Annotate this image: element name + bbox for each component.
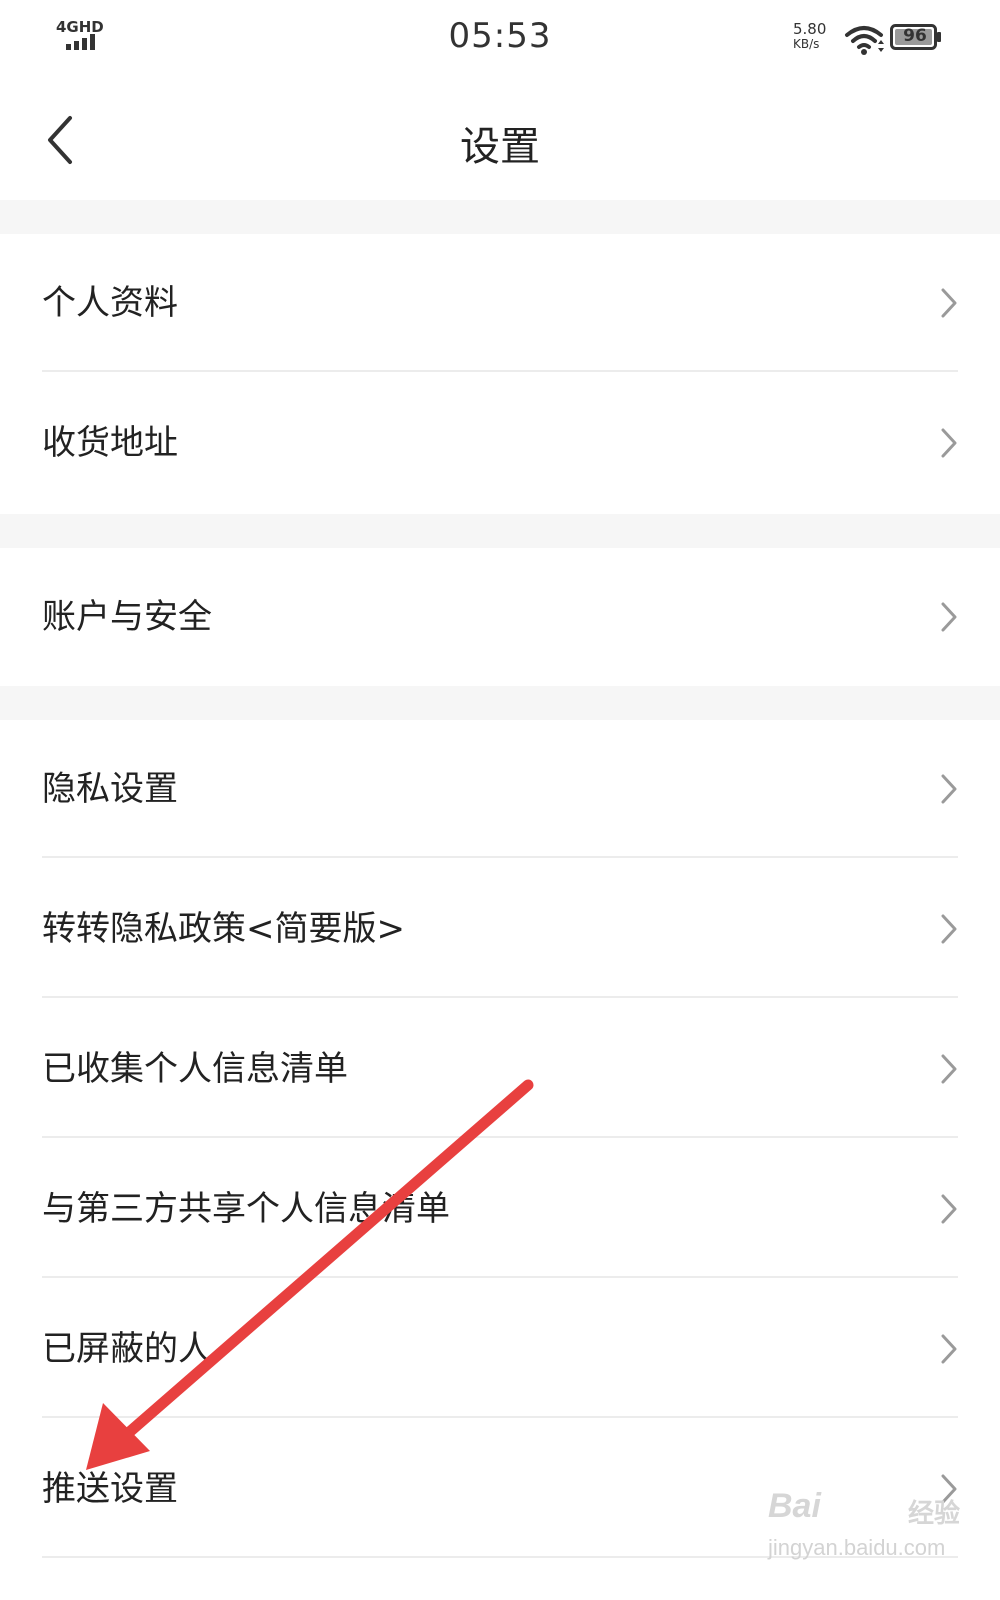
chevron-right-icon xyxy=(941,1054,957,1084)
group-gap xyxy=(0,200,1000,234)
divider xyxy=(42,1276,958,1278)
divider xyxy=(42,856,958,858)
settings-item-label: 隐私设置 xyxy=(42,769,178,809)
divider xyxy=(42,1136,958,1138)
chevron-right-icon xyxy=(941,602,957,632)
chevron-right-icon xyxy=(941,428,957,458)
network-speed-value: 5.80 xyxy=(793,20,827,38)
chevron-right-icon xyxy=(941,914,957,944)
settings-item-collected-info[interactable]: 已收集个人信息清单 xyxy=(0,1000,1000,1138)
settings-item-label: 转转隐私政策<简要版> xyxy=(42,909,405,949)
settings-item-label: 账户与安全 xyxy=(42,597,212,637)
battery-level: 96 xyxy=(903,26,927,46)
settings-item-label: 已屏蔽的人 xyxy=(42,1329,212,1369)
settings-item-third-party-sharing[interactable]: 与第三方共享个人信息清单 xyxy=(0,1140,1000,1278)
watermark-url: jingyan.baidu.com xyxy=(768,1535,946,1560)
chevron-right-icon xyxy=(941,774,957,804)
divider xyxy=(42,1416,958,1418)
page-title: 设置 xyxy=(460,124,540,170)
watermark-brand: Bai xyxy=(768,1487,821,1525)
settings-item-privacy[interactable]: 隐私设置 xyxy=(0,720,1000,858)
settings-item-label: 收货地址 xyxy=(42,423,178,463)
chevron-right-icon xyxy=(941,288,957,318)
settings-item-blocked-users[interactable]: 已屏蔽的人 xyxy=(0,1280,1000,1418)
chevron-right-icon xyxy=(941,1334,957,1364)
settings-item-account-security[interactable]: 账户与安全 xyxy=(0,548,1000,686)
group-gap xyxy=(0,514,1000,548)
watermark: Bai 经验 jingyan.baidu.com xyxy=(768,1487,978,1582)
settings-item-label: 个人资料 xyxy=(42,283,178,323)
settings-item-privacy-policy[interactable]: 转转隐私政策<简要版> xyxy=(0,860,1000,998)
divider xyxy=(42,996,958,998)
watermark-brand-suffix: 经验 xyxy=(908,1498,961,1528)
status-bar: 4GHD 05:53 5.80 KB/s 96 xyxy=(0,0,1000,80)
header: 设置 xyxy=(0,80,1000,200)
settings-item-shipping-address[interactable]: 收货地址 xyxy=(0,372,1000,514)
settings-item-profile[interactable]: 个人资料 xyxy=(0,234,1000,372)
chevron-right-icon xyxy=(941,1194,957,1224)
settings-item-label: 推送设置 xyxy=(42,1469,178,1509)
settings-item-label: 已收集个人信息清单 xyxy=(42,1049,348,1089)
network-speed: 5.80 KB/s xyxy=(793,22,826,52)
group-gap xyxy=(0,686,1000,720)
wifi-icon xyxy=(845,26,884,55)
network-speed-unit: KB/s xyxy=(793,37,820,51)
settings-item-label: 与第三方共享个人信息清单 xyxy=(42,1189,450,1229)
